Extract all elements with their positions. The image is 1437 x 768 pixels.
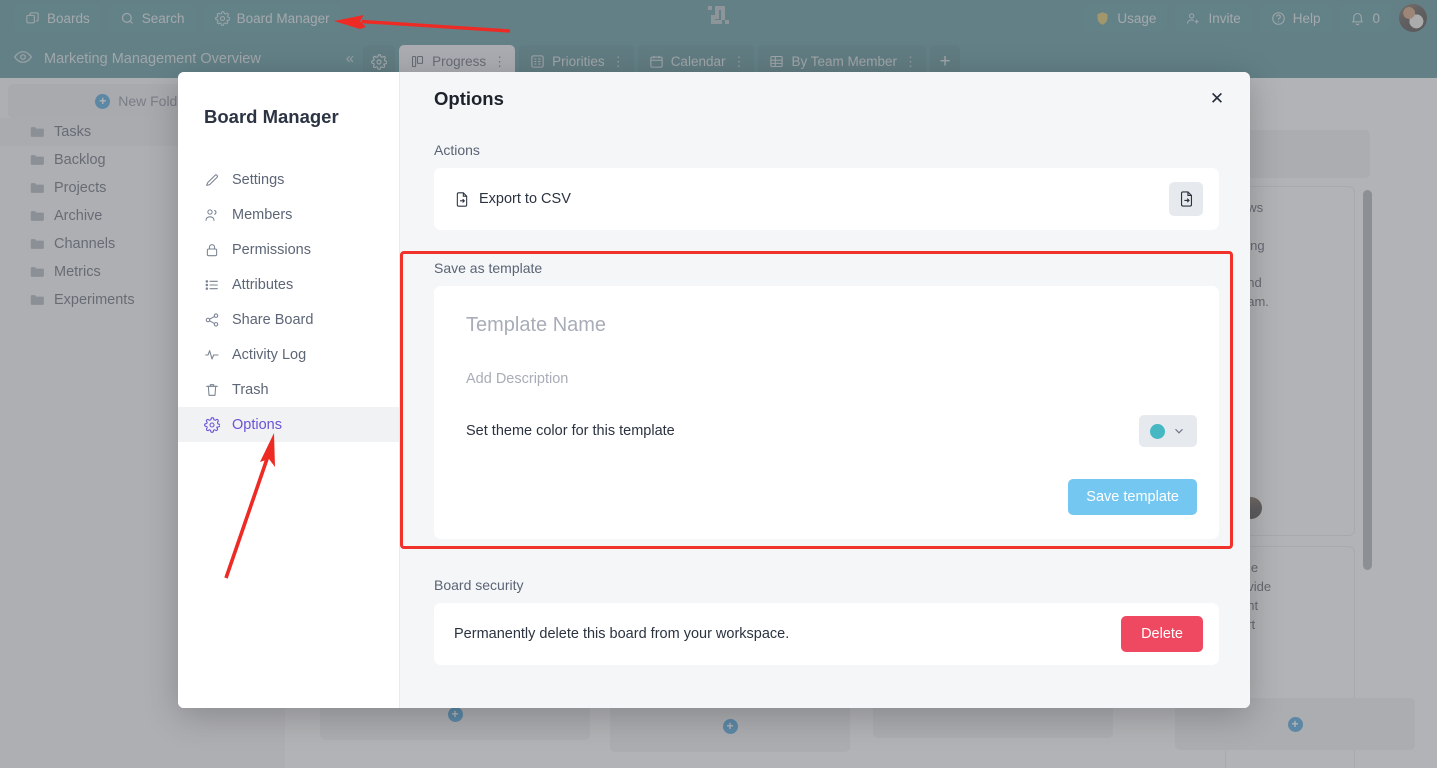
page-title: Options [434, 88, 504, 109]
share-icon [205, 312, 219, 327]
sidebar-item-options[interactable]: Options [178, 407, 399, 442]
sidebar-item-label: Share Board [232, 311, 314, 328]
file-export-icon [456, 191, 468, 207]
screen: + New Folder TasksBacklogProjectsArchive… [0, 0, 1437, 768]
close-icon[interactable]: ✕ [1206, 88, 1228, 110]
sidebar-item-label: Options [232, 416, 282, 433]
delete-button[interactable]: Delete [1121, 616, 1203, 652]
modal-sidebar: Board Manager Settings Members Permissions… [178, 72, 400, 708]
sidebar-item-label: Attributes [232, 276, 294, 293]
export-row: Export to CSV [434, 168, 1219, 230]
sidebar-item-permissions[interactable]: Permissions [178, 232, 399, 267]
export-to-csv-button[interactable]: Export to CSV [454, 191, 571, 208]
users-icon [205, 208, 217, 221]
activity-icon [205, 349, 219, 360]
sidebar-item-settings[interactable]: Settings [178, 162, 399, 197]
sidebar-item-trash[interactable]: Trash [178, 372, 399, 407]
board-security-section: Board security Permanently delete this b… [400, 577, 1250, 665]
sidebar-item-label: Activity Log [232, 346, 307, 363]
modal-sidebar-title: Board Manager [204, 106, 339, 127]
list-bullet-icon [205, 279, 218, 290]
file-export-icon [1180, 191, 1192, 207]
board-security-panel: Permanently delete this board from your … [434, 603, 1219, 665]
board-security-label: Board security [434, 577, 524, 593]
red-highlight-box [400, 251, 1233, 549]
gear-icon [204, 416, 220, 433]
trash-icon [206, 383, 218, 396]
save-as-template-section: Save as template Template Name Add Descr… [400, 251, 1250, 549]
export-to-csv-label: Export to CSV [479, 191, 571, 207]
sidebar-item-label: Settings [232, 171, 285, 188]
sidebar-item-attributes[interactable]: Attributes [178, 267, 399, 302]
sidebar-item-label: Members [232, 206, 293, 223]
sidebar-item-share-board[interactable]: Share Board [178, 302, 399, 337]
actions-section: Actions Export to CSV [400, 142, 1250, 230]
actions-panel: Export to CSV [434, 168, 1219, 230]
sidebar-item-label: Trash [232, 381, 269, 398]
delete-board-description: Permanently delete this board from your … [454, 626, 790, 642]
board-manager-modal: Board Manager Settings Members Permissions… [178, 72, 1250, 708]
lock-icon [206, 243, 218, 256]
pencil-icon [206, 173, 218, 186]
modal-nav: Settings Members Permissions Attributes Shar… [178, 162, 399, 442]
sidebar-item-members[interactable]: Members [178, 197, 399, 232]
sidebar-item-label: Permissions [232, 241, 311, 258]
export-icon-button[interactable] [1169, 182, 1203, 216]
actions-section-label: Actions [434, 142, 480, 158]
delete-board-row: Permanently delete this board from your … [434, 603, 1219, 665]
modal-content: Options ✕ Actions Export to CSV Save as … [400, 72, 1250, 708]
sidebar-item-activity-log[interactable]: Activity Log [178, 337, 399, 372]
